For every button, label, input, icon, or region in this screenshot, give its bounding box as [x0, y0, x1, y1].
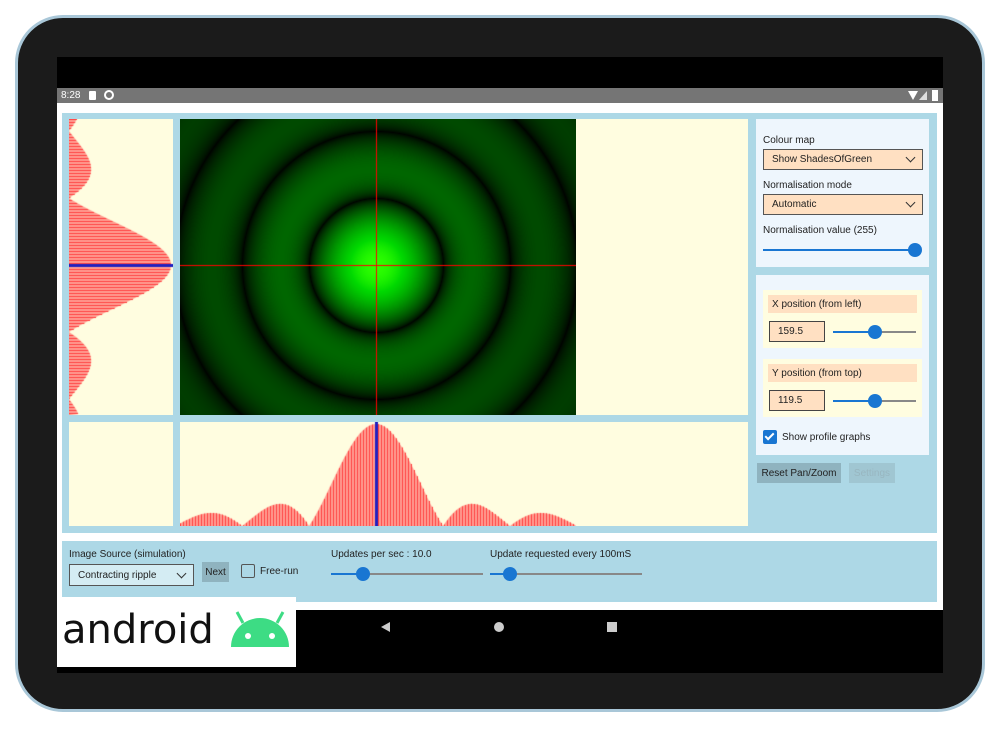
show-profiles-checkbox[interactable]: [763, 430, 777, 444]
update-interval-slider[interactable]: [490, 566, 642, 582]
free-run-checkbox[interactable]: [241, 564, 255, 578]
image-view[interactable]: [180, 119, 748, 415]
display-settings-panel: Colour map Show ShadesOfGreen Normalisat…: [756, 119, 929, 267]
normalisation-value-label: Normalisation value (255): [763, 225, 877, 236]
free-run-label: Free-run: [260, 566, 299, 577]
y-position-label: Y position (from top): [768, 364, 917, 382]
sd-card-icon: [89, 91, 96, 100]
sync-icon: [104, 90, 114, 100]
next-button[interactable]: Next: [202, 562, 229, 582]
android-logo: android: [57, 597, 296, 667]
normalisation-mode-label: Normalisation mode: [763, 180, 852, 191]
colour-map-value: Show ShadesOfGreen: [772, 154, 873, 165]
vertical-profile-graph: [69, 119, 173, 415]
horizontal-profile-graph: [180, 422, 748, 526]
image-source-dropdown[interactable]: Contracting ripple: [69, 564, 194, 586]
x-position-input[interactable]: 159.5: [769, 321, 825, 342]
settings-button[interactable]: Settings: [849, 463, 895, 483]
signal-icon: [919, 91, 927, 100]
recents-icon[interactable]: [607, 622, 617, 632]
normalisation-mode-value: Automatic: [772, 199, 817, 210]
image-source-label: Image Source (simulation): [69, 549, 186, 560]
image-source-value: Contracting ripple: [78, 569, 157, 581]
colour-map-dropdown[interactable]: Show ShadesOfGreen: [763, 149, 923, 170]
battery-icon: [932, 90, 938, 101]
check-icon: [764, 430, 775, 441]
x-position-label: X position (from left): [768, 295, 917, 313]
y-position-input[interactable]: 119.5: [769, 390, 825, 411]
y-position-group: Y position (from top) 119.5: [763, 359, 922, 417]
y-position-slider[interactable]: [833, 393, 916, 409]
chevron-down-icon: [176, 568, 187, 578]
android-robot-icon: [231, 611, 289, 647]
android-wordmark: android: [62, 607, 214, 653]
wifi-icon: [908, 91, 918, 100]
navigation-bar: [296, 610, 943, 673]
colour-map-label: Colour map: [763, 135, 815, 146]
update-requested-label: Update requested every 100mS: [490, 549, 632, 560]
back-icon[interactable]: [381, 622, 390, 632]
normalisation-mode-dropdown[interactable]: Automatic: [763, 194, 923, 215]
reset-pan-zoom-button[interactable]: Reset Pan/Zoom: [757, 463, 841, 483]
show-profiles-label: Show profile graphs: [782, 432, 871, 443]
x-position-group: X position (from left) 159.5: [763, 290, 922, 348]
source-control-panel: Image Source (simulation) Contracting ri…: [62, 541, 937, 602]
clock: 8:28: [61, 90, 81, 101]
chevron-down-icon: [905, 197, 916, 208]
profile-position-panel: X position (from left) 159.5 Y position …: [756, 275, 929, 455]
normalisation-slider[interactable]: [763, 242, 922, 258]
status-bar: 8:28: [57, 88, 943, 103]
updates-per-sec-label: Updates per sec : 10.0: [331, 549, 432, 560]
home-icon[interactable]: [494, 622, 504, 632]
updates-per-sec-slider[interactable]: [331, 566, 483, 582]
empty-corner: [69, 422, 173, 526]
chevron-down-icon: [905, 152, 916, 163]
x-position-slider[interactable]: [833, 324, 916, 340]
